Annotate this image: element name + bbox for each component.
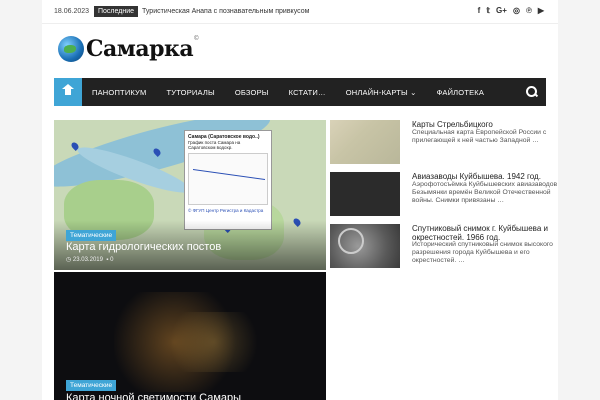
news-ticker-link[interactable]: Туристическая Анапа с познавательным при… — [142, 8, 309, 15]
side-post-title[interactable]: Спутниковый снимок г. Куйбышева и окрест… — [412, 224, 557, 242]
comment-count: 0 — [110, 257, 114, 263]
post-thumbnail[interactable] — [330, 224, 400, 268]
popup-subtitle: График поста Самара на Саратовском водох… — [188, 140, 241, 150]
site-logo[interactable]: Самарка © — [58, 36, 199, 62]
side-post-excerpt: Специальная карта Европейской России с п… — [412, 129, 547, 144]
popup-chart — [188, 153, 268, 205]
instagram-icon[interactable]: ◎ — [513, 6, 520, 15]
chevron-down-icon: ⌄ — [410, 87, 417, 97]
main-nav: Паноптикум Туториалы Обзоры Кстати… Онла… — [54, 78, 546, 106]
globe-icon — [58, 36, 84, 62]
featured-meta: ◷ 23.03.2019 ▪ 0 — [66, 256, 113, 263]
side-post[interactable]: Спутниковый снимок г. Куйбышева и окрест… — [330, 224, 553, 268]
featured-post-1[interactable]: Самара (Саратовское водо..) График поста… — [54, 120, 326, 270]
comment-icon: ▪ — [106, 257, 109, 263]
top-bar: 18.06.2023 Последние Туристическая Анапа… — [42, 0, 558, 24]
logo-text: Самарка — [86, 36, 194, 62]
social-links: f 𝕥 G+ ◎ ℗ ▶ — [478, 6, 544, 15]
latest-label: Последние — [94, 6, 139, 17]
nav-item-online-maps[interactable]: Онлайн-карты ⌄ — [336, 88, 427, 97]
nav-item-tutorials[interactable]: Туториалы — [156, 88, 224, 97]
nav-item-files[interactable]: Файлотека — [427, 88, 494, 97]
post-thumbnail[interactable] — [330, 120, 400, 164]
side-post-excerpt: Аэрофотосъёмка Куйбышевских авиазаводов … — [412, 181, 558, 204]
post-date: 23.03.2019 — [72, 257, 103, 263]
thumbnail-ring — [338, 228, 364, 254]
home-button[interactable] — [54, 78, 82, 106]
side-post-title[interactable]: Карты Стрельбицкого — [412, 120, 557, 129]
popup-footer: © ФГУП Центр Регистра и Кадастра — [188, 208, 264, 213]
search-icon[interactable] — [526, 86, 538, 98]
nav-item-panoptikum[interactable]: Паноптикум — [82, 88, 156, 97]
night-lights — [154, 312, 274, 372]
logo-mark: © — [194, 36, 199, 42]
home-icon — [62, 83, 74, 97]
nav-item-online-maps-label: Онлайн-карты — [345, 87, 408, 97]
featured-title[interactable]: Карта гидрологических постов — [66, 241, 221, 253]
current-date: 18.06.2023 — [54, 8, 90, 15]
featured-post-2[interactable]: Тематические Карта ночной светимости Сам… — [54, 272, 326, 400]
youtube-icon[interactable]: ▶ — [538, 6, 544, 15]
side-post[interactable]: Авиазаводы Куйбышева. 1942 год. Аэрофото… — [330, 172, 557, 216]
twitter-icon[interactable]: 𝕥 — [486, 6, 490, 15]
category-badge[interactable]: Тематические — [66, 230, 117, 241]
clock-icon: ◷ — [66, 257, 72, 263]
nav-item-kstati[interactable]: Кстати… — [279, 88, 336, 97]
post-thumbnail[interactable] — [330, 172, 400, 216]
side-post-excerpt: Исторический спутниковый снимок высокого… — [412, 241, 553, 264]
facebook-icon[interactable]: f — [478, 6, 481, 15]
category-badge[interactable]: Тематические — [66, 380, 117, 391]
popup-chart-line — [193, 168, 265, 192]
pinterest-icon[interactable]: ℗ — [526, 6, 532, 15]
side-post[interactable]: Карты Стрельбицкого Специальная карта Ев… — [330, 120, 550, 164]
page-container: 18.06.2023 Последние Туристическая Анапа… — [42, 0, 558, 400]
google-plus-icon[interactable]: G+ — [496, 6, 507, 15]
featured-title[interactable]: Карта ночной светимости Самары — [66, 392, 241, 400]
side-post-title[interactable]: Авиазаводы Куйбышева. 1942 год. — [412, 172, 557, 181]
nav-item-reviews[interactable]: Обзоры — [225, 88, 279, 97]
map-popup: Самара (Саратовское водо..) График поста… — [184, 130, 272, 230]
